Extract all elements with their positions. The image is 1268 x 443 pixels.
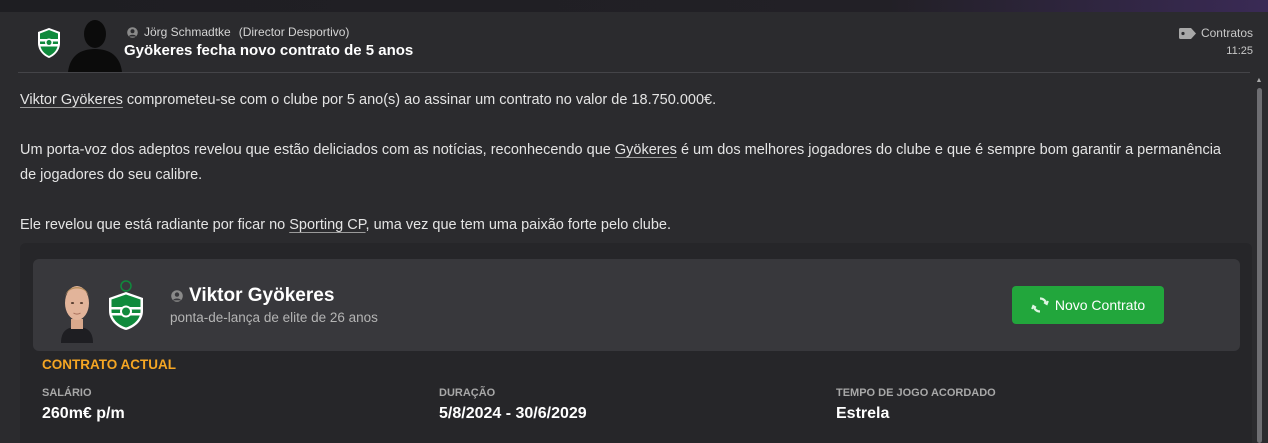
scroll-up-arrow-icon[interactable]: ▲ (1255, 77, 1263, 84)
message-category[interactable]: Contratos (1178, 26, 1253, 40)
message-body: Viktor Gyökeres comprometeu-se com o clu… (20, 88, 1235, 263)
message-subject: Gyökeres fecha novo contrato de 5 anos (124, 42, 414, 59)
body-paragraph-2: Um porta-voz dos adeptos revelou que est… (20, 138, 1235, 188)
club-link[interactable]: Sporting CP (289, 217, 365, 233)
salary-label: SALÁRIO (42, 387, 92, 399)
player-link[interactable]: Gyökeres (615, 142, 677, 158)
player-name[interactable]: Viktor Gyökeres (189, 285, 334, 307)
player-link[interactable]: Viktor Gyökeres (20, 92, 123, 108)
window-top-bar (0, 0, 1268, 12)
body-paragraph-3: Ele revelou que está radiante por ficar … (20, 213, 1235, 238)
body-text: Um porta-voz dos adeptos revelou que est… (20, 142, 615, 158)
new-contract-label: Novo Contrato (1054, 297, 1146, 313)
silhouette-avatar-icon (68, 20, 122, 72)
body-paragraph-1: Viktor Gyökeres comprometeu-se com o clu… (20, 88, 1235, 113)
sender-role: (Director Desportivo) (238, 25, 350, 39)
duration-label: DURAÇÃO (439, 387, 496, 399)
vertical-scrollbar[interactable]: ▲ (1255, 77, 1263, 443)
club-badge-icon[interactable] (36, 27, 62, 59)
duration-value: 5/8/2024 - 30/6/2029 (439, 405, 587, 422)
message-time: 11:25 (1226, 45, 1253, 57)
playing-time-value: Estrela (836, 405, 890, 422)
current-contract-title: CONTRATO ACTUAL (42, 357, 176, 372)
sender-info: Jörg Schmadtke (Director Desportivo) (127, 25, 349, 39)
header-divider (18, 72, 1250, 73)
body-text: , uma vez que tem uma paixão forte pelo … (365, 217, 672, 233)
category-label: Contratos (1200, 26, 1253, 40)
club-badge-icon[interactable] (106, 279, 146, 331)
person-icon (171, 290, 183, 302)
player-name-row: Viktor Gyökeres (171, 285, 334, 307)
sender-name[interactable]: Jörg Schmadtke (144, 25, 231, 39)
refresh-icon (1031, 297, 1049, 313)
body-text: Ele revelou que está radiante por ficar … (20, 217, 290, 233)
person-icon (127, 26, 138, 38)
playing-time-label: TEMPO DE JOGO ACORDADO (836, 387, 996, 399)
new-contract-button[interactable]: Novo Contrato (1012, 286, 1164, 324)
salary-value: 260m€ p/m (42, 405, 125, 422)
scroll-thumb[interactable] (1257, 88, 1262, 443)
player-photo[interactable] (55, 277, 99, 343)
body-text: comprometeu-se com o clube por 5 ano(s) … (122, 92, 717, 108)
tag-icon (1178, 27, 1196, 39)
player-description: ponta-de-lança de elite de 26 anos (170, 310, 378, 325)
